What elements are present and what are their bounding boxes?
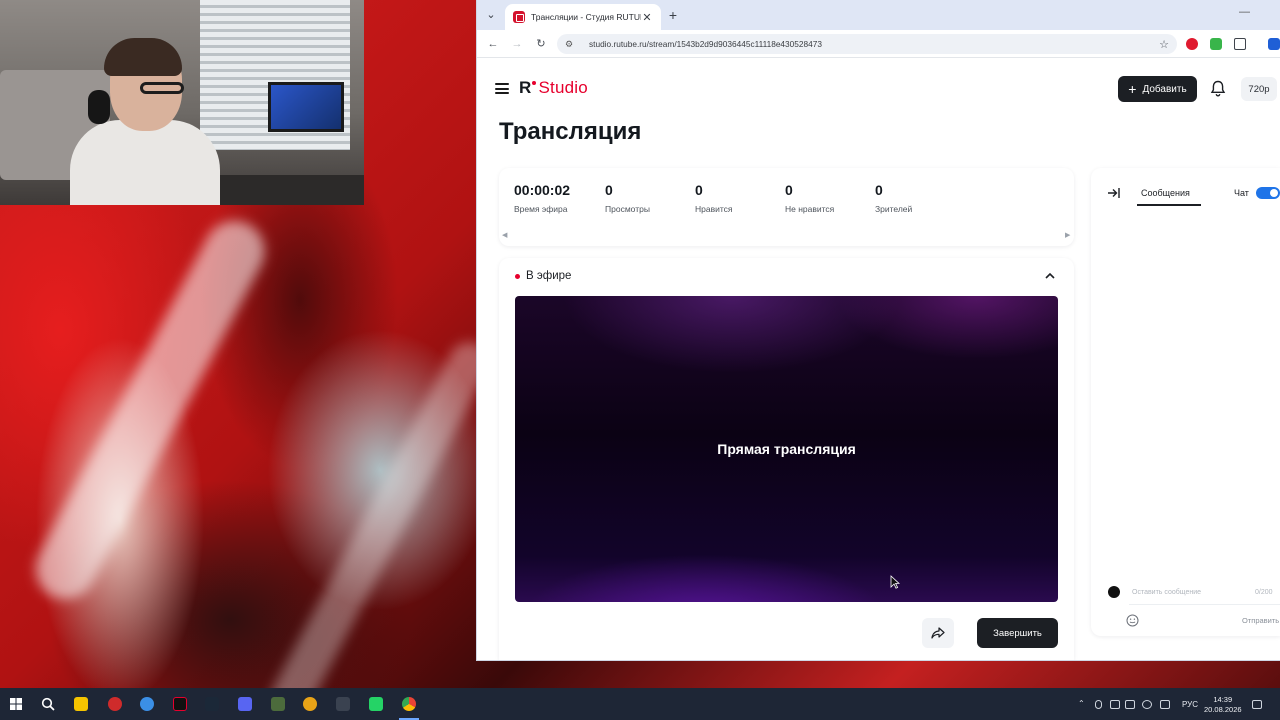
taskbar-app-steam-icon[interactable] xyxy=(205,697,219,711)
reload-icon[interactable]: ↻ xyxy=(533,36,549,52)
tab-messages[interactable]: Сообщения xyxy=(1141,188,1190,198)
tab-title: Трансляции - Студия RUTUBE xyxy=(531,12,641,22)
avatar xyxy=(1108,586,1120,598)
tray-app-icon[interactable] xyxy=(1142,700,1152,709)
bookmark-star-icon[interactable]: ☆ xyxy=(1159,38,1169,51)
forward-icon[interactable]: → xyxy=(509,36,525,52)
taskbar-clock[interactable]: 14:39 20.08.2026 xyxy=(1204,695,1242,715)
windows-start-icon[interactable] xyxy=(9,697,23,711)
send-button[interactable]: Отправить xyxy=(1242,616,1279,625)
address-bar[interactable]: ⚙ studio.rutube.ru/stream/1543b2d9d90364… xyxy=(557,34,1177,54)
extension-adblock-icon[interactable] xyxy=(1186,38,1198,50)
stat-viewers: 0 Зрителей xyxy=(875,182,913,214)
live-card: В эфире Прямая трансляция Завершить xyxy=(499,258,1074,660)
back-icon[interactable]: ← xyxy=(485,36,501,52)
taskbar-app-chrome-icon[interactable] xyxy=(402,697,416,711)
taskbar-app-browser-icon[interactable] xyxy=(140,697,154,711)
stream-player[interactable]: Прямая трансляция xyxy=(515,296,1058,602)
taskbar-app-game-icon[interactable] xyxy=(271,697,285,711)
chevron-up-icon[interactable] xyxy=(1044,270,1056,282)
stream-stats-card: 00:00:02 Время эфира 0 Просмотры 0 Нрави… xyxy=(499,168,1074,246)
share-button[interactable] xyxy=(922,618,954,648)
webcam-overlay xyxy=(0,0,364,205)
tab-rutube-studio[interactable]: Трансляции - Студия RUTUBE ✕ xyxy=(505,4,661,30)
chat-toggle[interactable] xyxy=(1256,187,1280,199)
page-title: Трансляция xyxy=(499,118,642,145)
studio-page: R Studio + Добавить 720p Трансляция 00:0… xyxy=(477,58,1280,660)
taskbar-app-yellow-icon[interactable] xyxy=(303,697,317,711)
notifications-icon[interactable] xyxy=(1252,700,1262,709)
chat-message-input[interactable]: Оставить сообщение xyxy=(1132,589,1201,596)
quality-selector[interactable]: 720p xyxy=(1241,77,1277,101)
tray-network-icon[interactable] xyxy=(1125,700,1135,709)
live-dot-icon xyxy=(515,273,520,279)
live-status: В эфире xyxy=(515,270,571,282)
extensions-puzzle-icon[interactable] xyxy=(1234,38,1246,50)
tray-display-icon[interactable] xyxy=(1110,700,1120,709)
live-status-label: В эфире xyxy=(526,270,572,282)
new-tab-button[interactable]: + xyxy=(665,6,681,24)
taskbar-app-whatsapp-icon[interactable] xyxy=(369,697,383,711)
chat-toggle-label: Чат xyxy=(1234,188,1249,198)
emoji-icon[interactable] xyxy=(1126,614,1139,627)
taskbar-app-rutube-icon[interactable] xyxy=(173,697,187,711)
extension-shield-icon[interactable] xyxy=(1210,38,1222,50)
chat-panel: Сообщения Чат Оставить сообщение 0/200 О… xyxy=(1091,168,1280,636)
stat-air-time: 00:00:02 Время эфира xyxy=(514,182,571,214)
tab-bar: ⌄ Трансляции - Студия RUTUBE ✕ + — xyxy=(477,0,1280,30)
taskbar-app-tool-icon[interactable] xyxy=(336,697,350,711)
add-button-label: Добавить xyxy=(1142,83,1187,95)
tab-close-icon[interactable]: ✕ xyxy=(641,11,653,24)
search-icon[interactable] xyxy=(41,697,55,711)
menu-burger-icon[interactable] xyxy=(495,83,509,94)
tab-search-chevron-icon[interactable]: ⌄ xyxy=(483,7,499,23)
rutube-favicon-icon xyxy=(513,11,525,23)
finish-stream-button[interactable]: Завершить xyxy=(977,618,1058,648)
tray-chevron-up-icon[interactable]: ⌃ xyxy=(1078,699,1085,708)
profile-icon[interactable] xyxy=(1268,38,1280,50)
tab-messages-underline xyxy=(1137,204,1201,206)
stat-likes: 0 Нравится xyxy=(695,182,733,214)
tray-keyboard-icon[interactable] xyxy=(1160,700,1170,709)
url-text: studio.rutube.ru/stream/1543b2d9d9036445… xyxy=(589,39,822,49)
browser-window: ⌄ Трансляции - Студия RUTUBE ✕ + — ← → ↻… xyxy=(477,0,1280,660)
stats-scroll-right-icon[interactable]: ▶ xyxy=(1065,231,1070,239)
tray-mic-icon[interactable] xyxy=(1095,700,1102,709)
mouse-cursor-icon xyxy=(890,575,900,589)
browser-toolbar: ← → ↻ ⚙ studio.rutube.ru/stream/1543b2d9… xyxy=(477,30,1280,58)
window-minimize-icon[interactable]: — xyxy=(1239,6,1250,18)
notifications-bell-icon[interactable] xyxy=(1210,80,1226,98)
rutube-studio-logo[interactable]: R Studio xyxy=(519,78,588,98)
stat-dislikes: 0 Не нравится xyxy=(785,182,835,214)
chat-char-counter: 0/200 xyxy=(1255,589,1273,596)
tray-language[interactable]: РУС xyxy=(1182,700,1198,709)
site-info-icon[interactable]: ⚙ xyxy=(565,39,579,50)
taskbar-app-files-icon[interactable] xyxy=(74,697,88,711)
add-button[interactable]: + Добавить xyxy=(1118,76,1197,102)
taskbar-app-obs-icon[interactable] xyxy=(108,697,122,711)
stat-views: 0 Просмотры xyxy=(605,182,650,214)
stats-scroll-left-icon[interactable]: ◀ xyxy=(502,231,507,239)
share-arrow-icon xyxy=(931,627,945,639)
collapse-panel-icon[interactable] xyxy=(1107,186,1121,200)
plus-icon: + xyxy=(1128,81,1137,97)
taskbar: ⌃ РУС 14:39 20.08.2026 xyxy=(0,688,1280,720)
player-caption: Прямая трансляция xyxy=(717,441,856,457)
taskbar-app-discord-icon[interactable] xyxy=(238,697,252,711)
